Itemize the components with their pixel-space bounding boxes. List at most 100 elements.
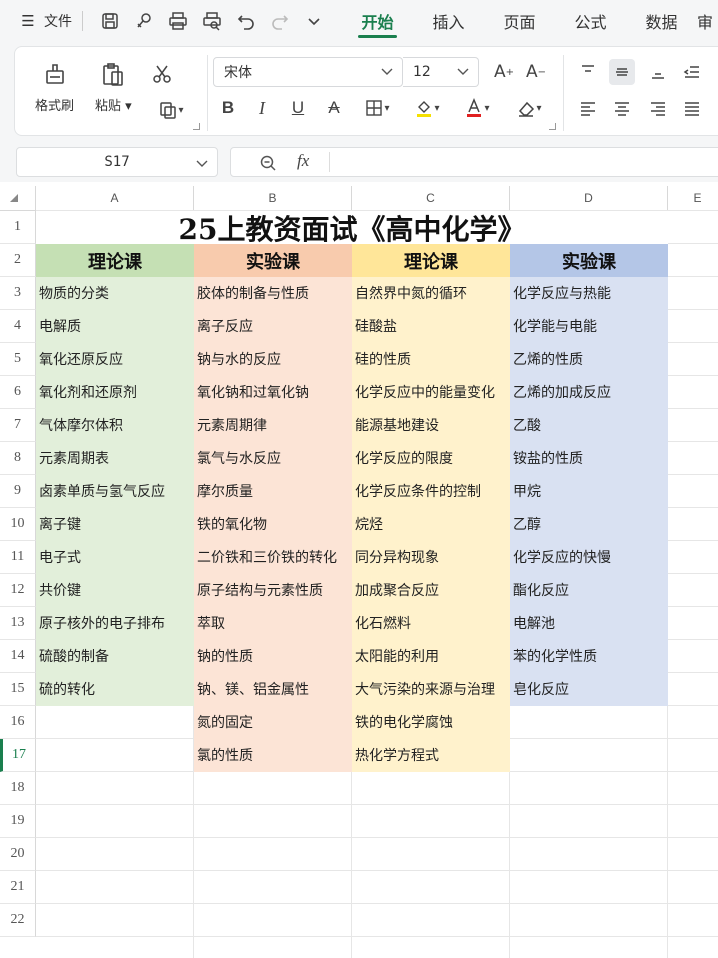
paste-button[interactable]: 粘贴 ▾ bbox=[95, 61, 132, 114]
column-title-3[interactable]: 理论课 bbox=[352, 244, 510, 277]
table-cell[interactable]: 气体摩尔体积 bbox=[36, 409, 194, 442]
row-header-9[interactable]: 9 bbox=[0, 475, 36, 508]
row-header-14[interactable]: 14 bbox=[0, 640, 36, 673]
row-header-2[interactable]: 2 bbox=[0, 244, 36, 277]
table-cell[interactable]: 硫酸的制备 bbox=[36, 640, 194, 673]
save-icon[interactable] bbox=[93, 0, 127, 42]
table-cell[interactable]: 元素周期表 bbox=[36, 442, 194, 475]
tab-home[interactable]: 开始 bbox=[342, 0, 413, 42]
table-cell[interactable]: 化石燃料 bbox=[352, 607, 510, 640]
strikethrough-icon[interactable]: A bbox=[321, 95, 347, 121]
table-cell[interactable]: 同分异构现象 bbox=[352, 541, 510, 574]
row-header-13[interactable]: 13 bbox=[0, 607, 36, 640]
font-size-select[interactable]: 12 bbox=[403, 57, 479, 87]
table-cell[interactable]: 自然界中氮的循环 bbox=[352, 277, 510, 310]
table-cell[interactable]: 铁的氧化物 bbox=[194, 508, 352, 541]
table-cell[interactable]: 硫的转化 bbox=[36, 673, 194, 706]
copy-icon[interactable]: ▾ bbox=[151, 97, 191, 123]
row-header-10[interactable]: 10 bbox=[0, 508, 36, 541]
table-cell[interactable]: 皂化反应 bbox=[510, 673, 668, 706]
hamburger-menu-icon[interactable]: ☰ bbox=[18, 12, 38, 30]
row-header-7[interactable]: 7 bbox=[0, 409, 36, 442]
select-all-corner[interactable] bbox=[0, 186, 36, 211]
table-cell[interactable]: 化学反应条件的控制 bbox=[352, 475, 510, 508]
align-left-icon[interactable] bbox=[575, 95, 601, 121]
share-icon[interactable] bbox=[127, 0, 161, 42]
table-cell[interactable]: 酯化反应 bbox=[510, 574, 668, 607]
italic-icon[interactable]: I bbox=[249, 95, 275, 121]
row-header-20[interactable]: 20 bbox=[0, 838, 36, 871]
table-cell[interactable]: 氧化钠和过氧化钠 bbox=[194, 376, 352, 409]
column-title-4[interactable]: 实验课 bbox=[510, 244, 668, 277]
table-cell[interactable]: 原子结构与元素性质 bbox=[194, 574, 352, 607]
align-center-icon[interactable] bbox=[609, 95, 635, 121]
undo-icon[interactable] bbox=[229, 0, 263, 42]
clear-format-icon[interactable]: ▾ bbox=[509, 95, 549, 121]
table-cell[interactable]: 电解质 bbox=[36, 310, 194, 343]
format-painter-button[interactable]: 格式刷 bbox=[35, 61, 74, 114]
increase-font-size-icon[interactable]: A + bbox=[491, 59, 517, 85]
table-cell[interactable]: 共价键 bbox=[36, 574, 194, 607]
column-header-e[interactable]: E bbox=[668, 186, 718, 211]
table-cell[interactable]: 烷烃 bbox=[352, 508, 510, 541]
table-cell[interactable]: 化学能与电能 bbox=[510, 310, 668, 343]
font-dialog-launcher[interactable] bbox=[549, 123, 556, 130]
tab-insert[interactable]: 插入 bbox=[413, 0, 484, 42]
table-cell[interactable]: 化学反应与热能 bbox=[510, 277, 668, 310]
column-title-2[interactable]: 实验课 bbox=[194, 244, 352, 277]
row-header-19[interactable]: 19 bbox=[0, 805, 36, 838]
file-menu[interactable]: 文件 bbox=[44, 11, 72, 31]
table-cell[interactable]: 化学反应的限度 bbox=[352, 442, 510, 475]
redo-icon[interactable] bbox=[263, 0, 297, 42]
table-cell[interactable]: 乙烯的性质 bbox=[510, 343, 668, 376]
tab-page[interactable]: 页面 bbox=[484, 0, 555, 42]
table-cell[interactable]: 乙酸 bbox=[510, 409, 668, 442]
table-cell[interactable]: 甲烷 bbox=[510, 475, 668, 508]
table-cell[interactable]: 铵盐的性质 bbox=[510, 442, 668, 475]
table-cell[interactable]: 硅酸盐 bbox=[352, 310, 510, 343]
table-cell[interactable]: 胶体的制备与性质 bbox=[194, 277, 352, 310]
table-cell[interactable]: 钠、镁、铝金属性 bbox=[194, 673, 352, 706]
tab-formulas[interactable]: 公式 bbox=[555, 0, 626, 42]
table-cell[interactable]: 二价铁和三价铁的转化 bbox=[194, 541, 352, 574]
column-header-d[interactable]: D bbox=[510, 186, 668, 211]
zoom-icon[interactable] bbox=[259, 154, 277, 172]
table-cell[interactable]: 氯的性质 bbox=[194, 739, 352, 772]
table-cell[interactable]: 摩尔质量 bbox=[194, 475, 352, 508]
row-header-22[interactable]: 22 bbox=[0, 904, 36, 937]
table-cell[interactable]: 加成聚合反应 bbox=[352, 574, 510, 607]
table-cell[interactable]: 大气污染的来源与治理 bbox=[352, 673, 510, 706]
formula-input[interactable]: fx bbox=[230, 147, 718, 177]
table-cell[interactable]: 太阳能的利用 bbox=[352, 640, 510, 673]
table-cell[interactable]: 乙烯的加成反应 bbox=[510, 376, 668, 409]
clipboard-dialog-launcher[interactable] bbox=[193, 123, 200, 130]
table-cell[interactable]: 氧化还原反应 bbox=[36, 343, 194, 376]
align-bottom-icon[interactable] bbox=[645, 59, 671, 85]
row-header-11[interactable]: 11 bbox=[0, 541, 36, 574]
font-color-icon[interactable]: ▾ bbox=[457, 95, 497, 121]
cut-icon[interactable] bbox=[149, 61, 175, 87]
table-cell[interactable]: 能源基地建设 bbox=[352, 409, 510, 442]
table-cell[interactable]: 萃取 bbox=[194, 607, 352, 640]
justify-icon[interactable] bbox=[679, 95, 705, 121]
column-title-1[interactable]: 理论课 bbox=[36, 244, 194, 277]
name-box[interactable]: S17 bbox=[16, 147, 218, 177]
row-header-6[interactable]: 6 bbox=[0, 376, 36, 409]
font-name-select[interactable]: 宋体 bbox=[213, 57, 403, 87]
table-cell[interactable]: 钠的性质 bbox=[194, 640, 352, 673]
table-cell[interactable]: 苯的化学性质 bbox=[510, 640, 668, 673]
table-cell[interactable]: 硅的性质 bbox=[352, 343, 510, 376]
align-top-icon[interactable] bbox=[575, 59, 601, 85]
function-icon[interactable]: fx bbox=[297, 151, 309, 171]
table-cell[interactable]: 钠与水的反应 bbox=[194, 343, 352, 376]
print-icon[interactable] bbox=[161, 0, 195, 42]
quick-access-more-icon[interactable] bbox=[297, 0, 331, 42]
row-header-16[interactable]: 16 bbox=[0, 706, 36, 739]
align-right-icon[interactable] bbox=[645, 95, 671, 121]
tab-data[interactable]: 数据 bbox=[626, 0, 697, 42]
table-cell[interactable]: 化学反应中的能量变化 bbox=[352, 376, 510, 409]
table-cell[interactable]: 离子键 bbox=[36, 508, 194, 541]
row-header-4[interactable]: 4 bbox=[0, 310, 36, 343]
row-header-3[interactable]: 3 bbox=[0, 277, 36, 310]
table-cell[interactable]: 电解池 bbox=[510, 607, 668, 640]
